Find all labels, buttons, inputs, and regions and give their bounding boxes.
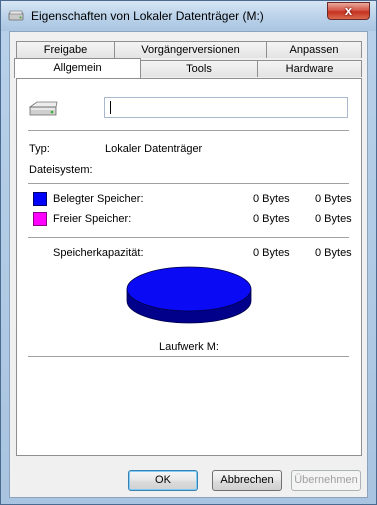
apply-button[interactable]: Übernehmen (291, 470, 361, 491)
properties-window: Eigenschaften von Lokaler Datenträger (M… (0, 0, 377, 505)
close-icon: x (344, 3, 353, 18)
drive-name-input[interactable] (104, 97, 348, 118)
type-value: Lokaler Datenträger (105, 143, 203, 155)
window-title: Eigenschaften von Lokaler Datenträger (M… (31, 9, 264, 23)
divider (28, 237, 349, 238)
used-space-bytes: 0 Bytes (253, 193, 290, 205)
used-space-bytes-2: 0 Bytes (315, 193, 352, 205)
type-label: Typ: (29, 143, 50, 155)
dialog-client: Freigabe Vorgängerversionen Anpassen Too… (9, 31, 368, 498)
tab-anpassen[interactable]: Anpassen (266, 41, 362, 58)
cancel-button[interactable]: Abbrechen (212, 470, 282, 491)
hard-drive-icon (28, 101, 58, 116)
capacity-bytes: 0 Bytes (253, 247, 290, 259)
drive-icon (8, 10, 24, 21)
tab-hardware[interactable]: Hardware (257, 60, 362, 77)
free-space-bytes-2: 0 Bytes (315, 213, 352, 225)
tab-allgemein[interactable]: Allgemein (14, 58, 141, 78)
close-button[interactable]: x (327, 2, 370, 20)
capacity-label: Speicherkapazität: (53, 247, 144, 259)
free-space-swatch (33, 212, 47, 226)
divider (28, 183, 349, 184)
tab-freigabe[interactable]: Freigabe (16, 41, 115, 58)
ok-button[interactable]: OK (128, 470, 198, 491)
tab-vorgaengerversionen[interactable]: Vorgängerversionen (114, 41, 267, 58)
disk-usage-pie (126, 266, 252, 324)
free-space-bytes: 0 Bytes (253, 213, 290, 225)
drive-letter-label: Laufwerk M: (159, 341, 219, 353)
used-space-label: Belegter Speicher: (53, 193, 144, 205)
divider (28, 356, 349, 357)
capacity-bytes-2: 0 Bytes (315, 247, 352, 259)
used-space-swatch (33, 192, 47, 206)
tab-tools[interactable]: Tools (140, 60, 258, 77)
general-tab-panel: Typ: Lokaler Datenträger Dateisystem: Be… (16, 78, 362, 456)
text-caret (110, 101, 111, 114)
filesystem-label: Dateisystem: (29, 164, 93, 176)
free-space-label: Freier Speicher: (53, 213, 132, 225)
divider (28, 130, 349, 131)
pie-top (126, 266, 252, 312)
title-bar[interactable]: Eigenschaften von Lokaler Datenträger (M… (1, 1, 376, 31)
